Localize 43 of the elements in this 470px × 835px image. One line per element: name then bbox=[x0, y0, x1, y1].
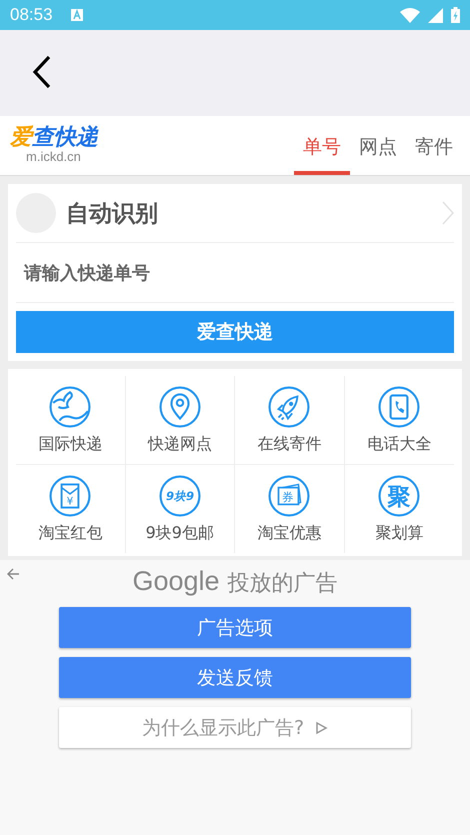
phone-book-icon bbox=[378, 386, 420, 428]
clock: 08:53 bbox=[10, 5, 53, 25]
service-item[interactable]: 国际快递 bbox=[16, 376, 126, 465]
service-label: 快递网点 bbox=[148, 434, 212, 454]
ad-brand: Google bbox=[132, 566, 220, 597]
service-item[interactable]: 聚 聚划算 bbox=[344, 465, 454, 553]
service-item[interactable]: 9块9 9块9包邮 bbox=[126, 465, 235, 553]
tab[interactable]: 单号 bbox=[294, 116, 350, 175]
ad-button[interactable]: 发送反馈 bbox=[59, 657, 411, 698]
tab[interactable]: 网点 bbox=[350, 116, 406, 175]
badge-text-icon: 9块9 bbox=[158, 474, 201, 516]
ad-button[interactable]: 广告选项 bbox=[59, 607, 411, 648]
envelope-icon: ¥ bbox=[49, 474, 92, 516]
location-pin-icon bbox=[158, 386, 201, 428]
logo-text: 爱 bbox=[10, 125, 32, 150]
tab[interactable]: 寄件 bbox=[406, 116, 462, 175]
play-triangle-icon bbox=[314, 720, 328, 734]
service-item[interactable]: ¥ 淘宝红包 bbox=[16, 465, 126, 553]
carrier-label: 自动识别 bbox=[66, 200, 158, 228]
logo-text: 查快递 bbox=[32, 125, 98, 150]
back-arrow-icon[interactable] bbox=[6, 568, 20, 580]
service-label: 聚划算 bbox=[375, 522, 424, 544]
battery-icon bbox=[451, 7, 460, 23]
service-label: 电话大全 bbox=[367, 434, 432, 454]
service-item[interactable]: 券 淘宝优惠 bbox=[235, 465, 344, 553]
service-label: 9块9包邮 bbox=[146, 522, 214, 544]
notification-icon bbox=[70, 9, 83, 21]
character-icon: 聚 bbox=[378, 474, 420, 516]
service-label: 国际快递 bbox=[38, 434, 102, 454]
globe-icon bbox=[49, 386, 92, 428]
back-icon[interactable] bbox=[32, 54, 52, 88]
service-label: 淘宝红包 bbox=[38, 522, 102, 544]
coupon-icon: 券 bbox=[268, 474, 310, 516]
service-item[interactable]: 快递网点 bbox=[126, 376, 235, 465]
service-label: 淘宝优惠 bbox=[257, 522, 322, 544]
service-item[interactable]: 在线寄件 bbox=[235, 376, 344, 465]
rocket-icon bbox=[268, 386, 310, 428]
service-item[interactable]: 电话大全 bbox=[344, 376, 454, 465]
signal-icon bbox=[428, 8, 443, 22]
logo-domain: m.ickd.cn bbox=[26, 149, 81, 164]
service-label: 在线寄件 bbox=[257, 434, 322, 454]
wifi-icon bbox=[400, 8, 420, 22]
ad-title: 投放的广告 bbox=[228, 570, 338, 598]
